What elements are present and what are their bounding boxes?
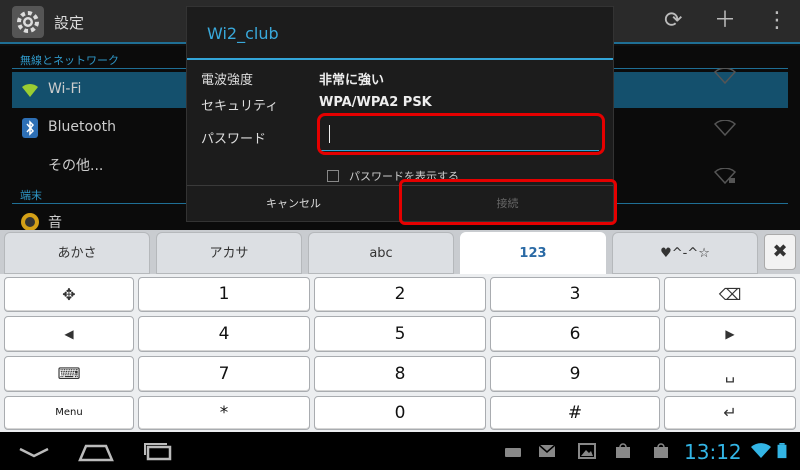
move-cursor-key[interactable]: ✥: [4, 277, 134, 312]
screen: 設定 ⟳ ＋ ⋮ 無線とネットワーク Wi-Fi Bluetooth その他..…: [0, 0, 800, 470]
keyboard-tab-emoticon[interactable]: ♥^-^☆: [612, 232, 758, 274]
cancel-button[interactable]: キャンセル: [187, 186, 400, 222]
screenshot-icon: [578, 443, 596, 459]
menu-key[interactable]: Menu: [4, 396, 134, 430]
key-9[interactable]: 9: [490, 356, 660, 392]
sync-icon[interactable]: ⟳: [664, 10, 682, 32]
backspace-key[interactable]: ⌫: [664, 277, 796, 312]
keyboard-switch-key[interactable]: ⌨: [4, 356, 134, 392]
key-hash[interactable]: #: [490, 396, 660, 430]
password-highlight-annotation: [317, 113, 605, 155]
keyboard-tab-alphabet[interactable]: abc: [308, 232, 454, 274]
key-8[interactable]: 8: [314, 356, 486, 392]
settings-item-label: Wi-Fi: [48, 81, 82, 97]
key-1[interactable]: 1: [138, 277, 310, 312]
settings-item-label: Bluetooth: [48, 119, 116, 135]
app-title: 設定: [54, 14, 85, 32]
space-key[interactable]: ␣: [664, 356, 796, 392]
section-header-device: 端末: [20, 189, 42, 202]
connect-highlight-annotation: [399, 179, 617, 225]
section-header-wireless: 無線とネットワーク: [20, 54, 119, 67]
wifi-icon: [22, 83, 38, 97]
signal-strength-value: 非常に強い: [319, 73, 385, 88]
security-label: セキュリティ: [201, 99, 279, 114]
enter-key[interactable]: ↵: [664, 396, 796, 430]
settings-item-label: その他...: [48, 158, 104, 174]
key-3[interactable]: 3: [490, 277, 660, 312]
battery-icon: [777, 443, 787, 459]
key-6[interactable]: 6: [490, 316, 660, 352]
add-icon[interactable]: ＋: [714, 10, 736, 32]
keyboard-keys: ✥ 1 2 3 ⌫ ◀ 4 5 6 ▶ ⌨ 7 8 9 ␣ Menu * 0 #…: [0, 274, 800, 432]
key-2[interactable]: 2: [314, 277, 486, 312]
back-icon[interactable]: [14, 440, 54, 462]
signal-strength-label: 電波強度: [201, 73, 254, 88]
wifi-status-icon: [751, 443, 771, 458]
dialog-title: Wi2_club: [207, 24, 279, 43]
wifi-signal-locked-icon: [714, 168, 736, 184]
key-asterisk[interactable]: *: [138, 396, 310, 430]
settings-item-label: 音: [48, 215, 62, 231]
recent-apps-icon[interactable]: [138, 440, 178, 462]
system-bar: 13:12: [0, 432, 800, 470]
close-keyboard-button[interactable]: ✖: [764, 234, 796, 270]
keyboard-tab-katakana[interactable]: アカサ: [156, 232, 302, 274]
cursor-left-key[interactable]: ◀: [4, 316, 134, 352]
dialog-title-divider: [187, 58, 613, 60]
cursor-right-key[interactable]: ▶: [664, 316, 796, 352]
keyboard-tab-hiragana[interactable]: あかさ: [4, 232, 150, 274]
settings-gear-icon[interactable]: [12, 6, 44, 38]
key-4[interactable]: 4: [138, 316, 310, 352]
security-value: WPA/WPA2 PSK: [319, 95, 432, 110]
keyboard-status-icon: [505, 448, 521, 457]
status-clock: 13:12: [684, 440, 742, 464]
home-icon[interactable]: [76, 440, 116, 462]
keyboard-tab-numeric[interactable]: 123: [460, 232, 606, 276]
bluetooth-icon: [22, 118, 38, 138]
wifi-signal-icon: [714, 68, 736, 84]
shopping-bag-icon: [654, 443, 668, 458]
password-label: パスワード: [201, 132, 267, 147]
wifi-connect-dialog: Wi2_club 電波強度 非常に強い セキュリティ WPA/WPA2 PSK …: [186, 6, 617, 225]
key-5[interactable]: 5: [314, 316, 486, 352]
key-0[interactable]: 0: [314, 396, 486, 430]
soft-keyboard: あかさ アカサ abc 123 ♥^-^☆ ✖ ✥ 1 2 3 ⌫ ◀ 4 5 …: [0, 230, 800, 432]
key-7[interactable]: 7: [138, 356, 310, 392]
sound-icon: [21, 213, 39, 231]
overflow-menu-icon[interactable]: ⋮: [766, 10, 788, 32]
show-password-checkbox[interactable]: [327, 170, 339, 182]
gmail-icon: [538, 444, 556, 457]
shopping-bag-icon: [616, 443, 630, 458]
wifi-signal-icon: [714, 120, 736, 136]
